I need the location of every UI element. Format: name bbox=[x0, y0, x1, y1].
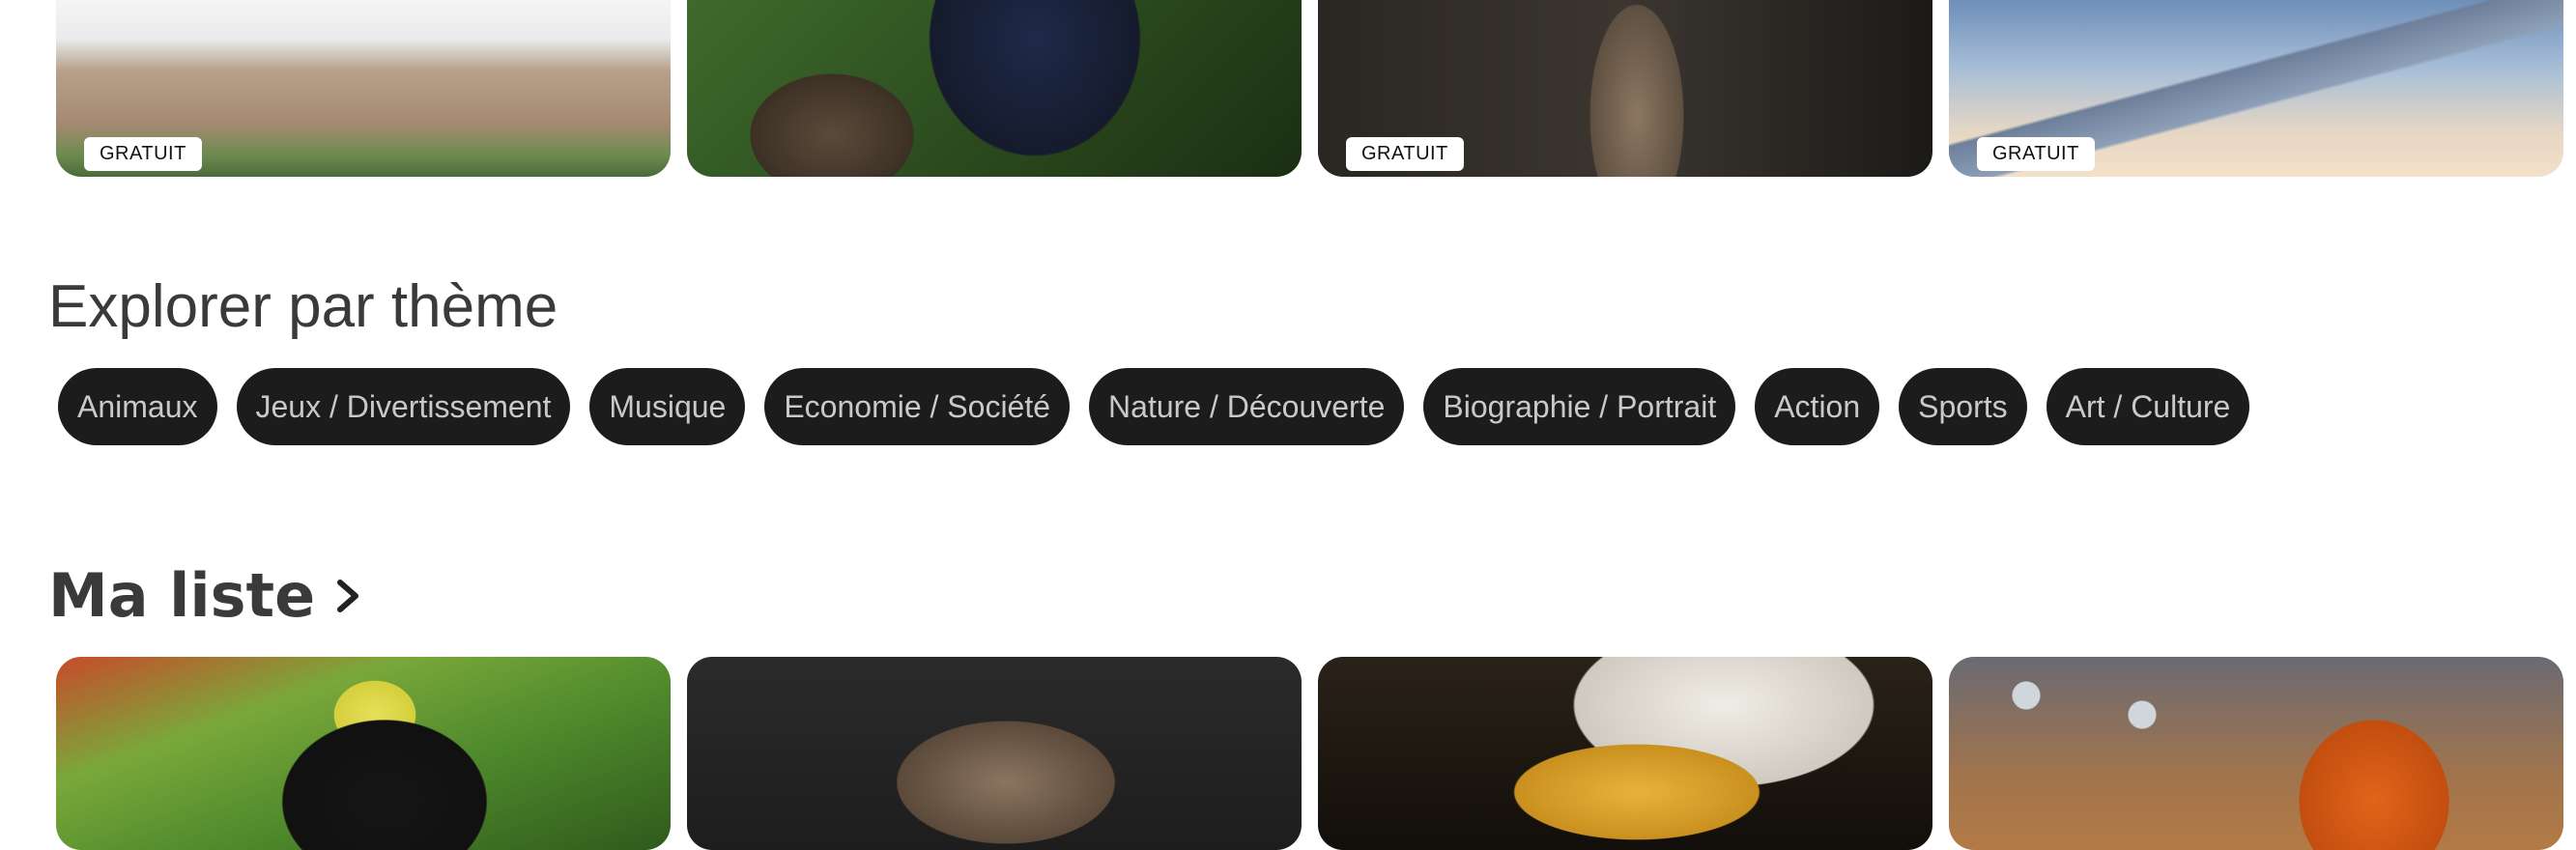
theme-chip-animaux[interactable]: Animaux bbox=[58, 368, 217, 445]
theme-chip-jeux[interactable]: Jeux / Divertissement bbox=[236, 368, 571, 445]
free-badge: GRATUIT bbox=[84, 137, 202, 171]
video-card-bird[interactable] bbox=[687, 0, 1302, 177]
video-card-eagle[interactable] bbox=[1318, 657, 1932, 850]
theme-chip-sports[interactable]: Sports bbox=[1899, 368, 2027, 445]
theme-chip-list: Animaux Jeux / Divertissement Musique Ec… bbox=[58, 368, 2250, 445]
theme-chip-nature[interactable]: Nature / Découverte bbox=[1089, 368, 1405, 445]
my-list-carousel bbox=[56, 657, 2563, 850]
theme-chip-action[interactable]: Action bbox=[1755, 368, 1880, 445]
theme-chip-art-culture[interactable]: Art / Culture bbox=[2046, 368, 2250, 445]
free-badge: GRATUIT bbox=[1346, 137, 1464, 171]
explore-by-theme-title: Explorer par thème bbox=[48, 273, 558, 340]
chevron-right-icon bbox=[337, 579, 359, 612]
video-card-meerkat[interactable] bbox=[687, 657, 1302, 850]
my-list-title: Ma liste bbox=[48, 560, 316, 631]
video-card-beach[interactable]: GRATUIT bbox=[56, 0, 671, 177]
video-card-clownfish[interactable] bbox=[1949, 657, 2563, 850]
top-carousel: GRATUIT GRATUIT GRATUIT bbox=[56, 0, 2563, 177]
video-card-airplane[interactable]: GRATUIT bbox=[1949, 0, 2563, 177]
video-card-toucan[interactable] bbox=[56, 657, 671, 850]
free-badge: GRATUIT bbox=[1977, 137, 2095, 171]
theme-chip-biographie[interactable]: Biographie / Portrait bbox=[1423, 368, 1736, 445]
my-list-heading[interactable]: Ma liste bbox=[48, 560, 365, 631]
video-card-meerkat[interactable]: GRATUIT bbox=[1318, 0, 1932, 177]
theme-chip-musique[interactable]: Musique bbox=[589, 368, 746, 445]
theme-chip-economie[interactable]: Economie / Société bbox=[764, 368, 1071, 445]
